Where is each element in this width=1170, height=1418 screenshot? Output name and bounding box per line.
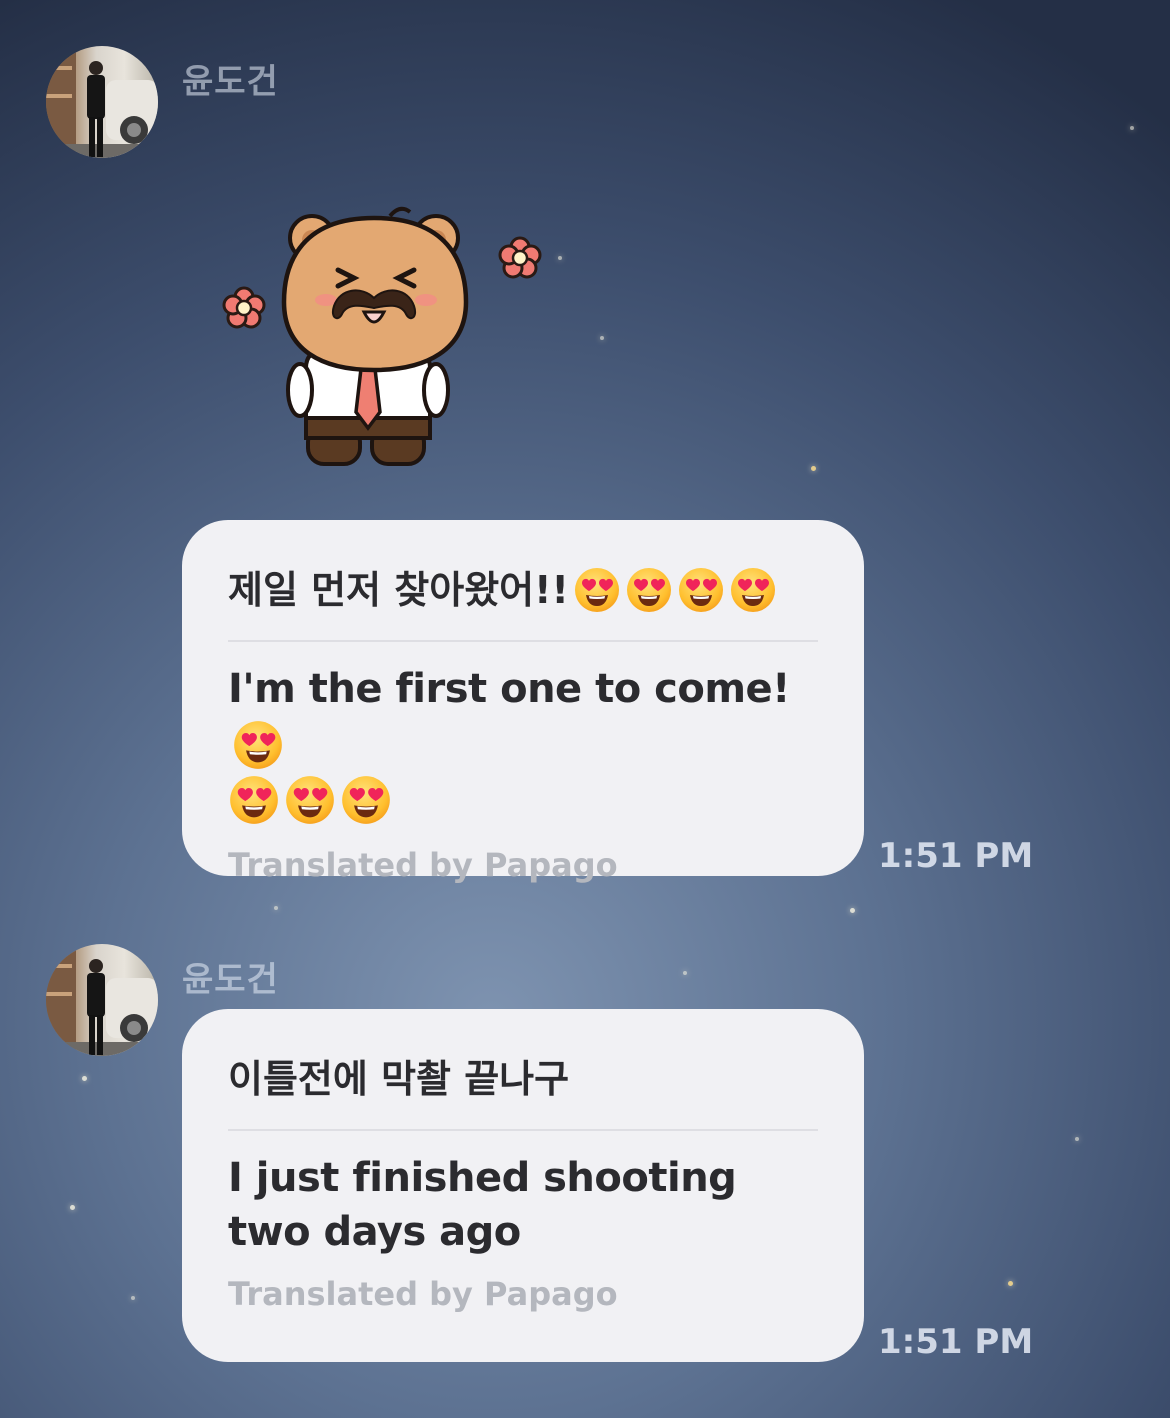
heart-eyes-emoji-icon [573, 566, 621, 614]
message-bubble[interactable]: 제일 먼저 찾아왔어!! I'm the first one to come! … [182, 520, 864, 884]
translated-message: I'm the first one to come! [228, 662, 818, 826]
sender-avatar[interactable] [46, 944, 158, 1056]
translation-divider [228, 640, 818, 642]
heart-eyes-emoji-icon [228, 774, 280, 826]
heart-eyes-emoji-icon [284, 774, 336, 826]
heart-eyes-emoji-icon [729, 566, 777, 614]
heart-eyes-emoji-icon [625, 566, 673, 614]
heart-eyes-emoji-icon [677, 566, 725, 614]
profile-photo-icon [46, 944, 158, 1056]
sticker-message[interactable] [214, 200, 554, 475]
heart-eyes-emoji-icon [232, 719, 284, 771]
message-timestamp: 1:51 PM [878, 836, 1034, 876]
profile-photo-icon [46, 46, 158, 158]
message-timestamp: 1:51 PM [878, 1322, 1034, 1362]
translation-credit: Translated by Papago [228, 1275, 618, 1313]
original-message: 이틀전에 막촬 끝나구 [228, 1047, 818, 1111]
flower-icon [498, 236, 542, 279]
heart-eyes-emoji-icon [340, 774, 392, 826]
translated-text: I just finished shooting two days ago [228, 1155, 737, 1255]
original-text: 이틀전에 막촬 끝나구 [228, 1057, 570, 1101]
original-text: 제일 먼저 찾아왔어!! [228, 568, 569, 612]
translation-divider [228, 1129, 818, 1131]
sender-name: 윤도건 [182, 960, 279, 1000]
translated-text: I'm the first one to come! [228, 666, 790, 712]
sender-name: 윤도건 [182, 62, 279, 102]
message-bubble[interactable]: 이틀전에 막촬 끝나구 I just finished shooting two… [182, 1009, 864, 1362]
sender-avatar[interactable] [46, 46, 158, 158]
original-message: 제일 먼저 찾아왔어!! [228, 558, 818, 622]
translation-credit: Translated by Papago [228, 846, 618, 884]
flower-icon [222, 286, 266, 329]
bear-mustache-sticker-icon [222, 206, 542, 466]
